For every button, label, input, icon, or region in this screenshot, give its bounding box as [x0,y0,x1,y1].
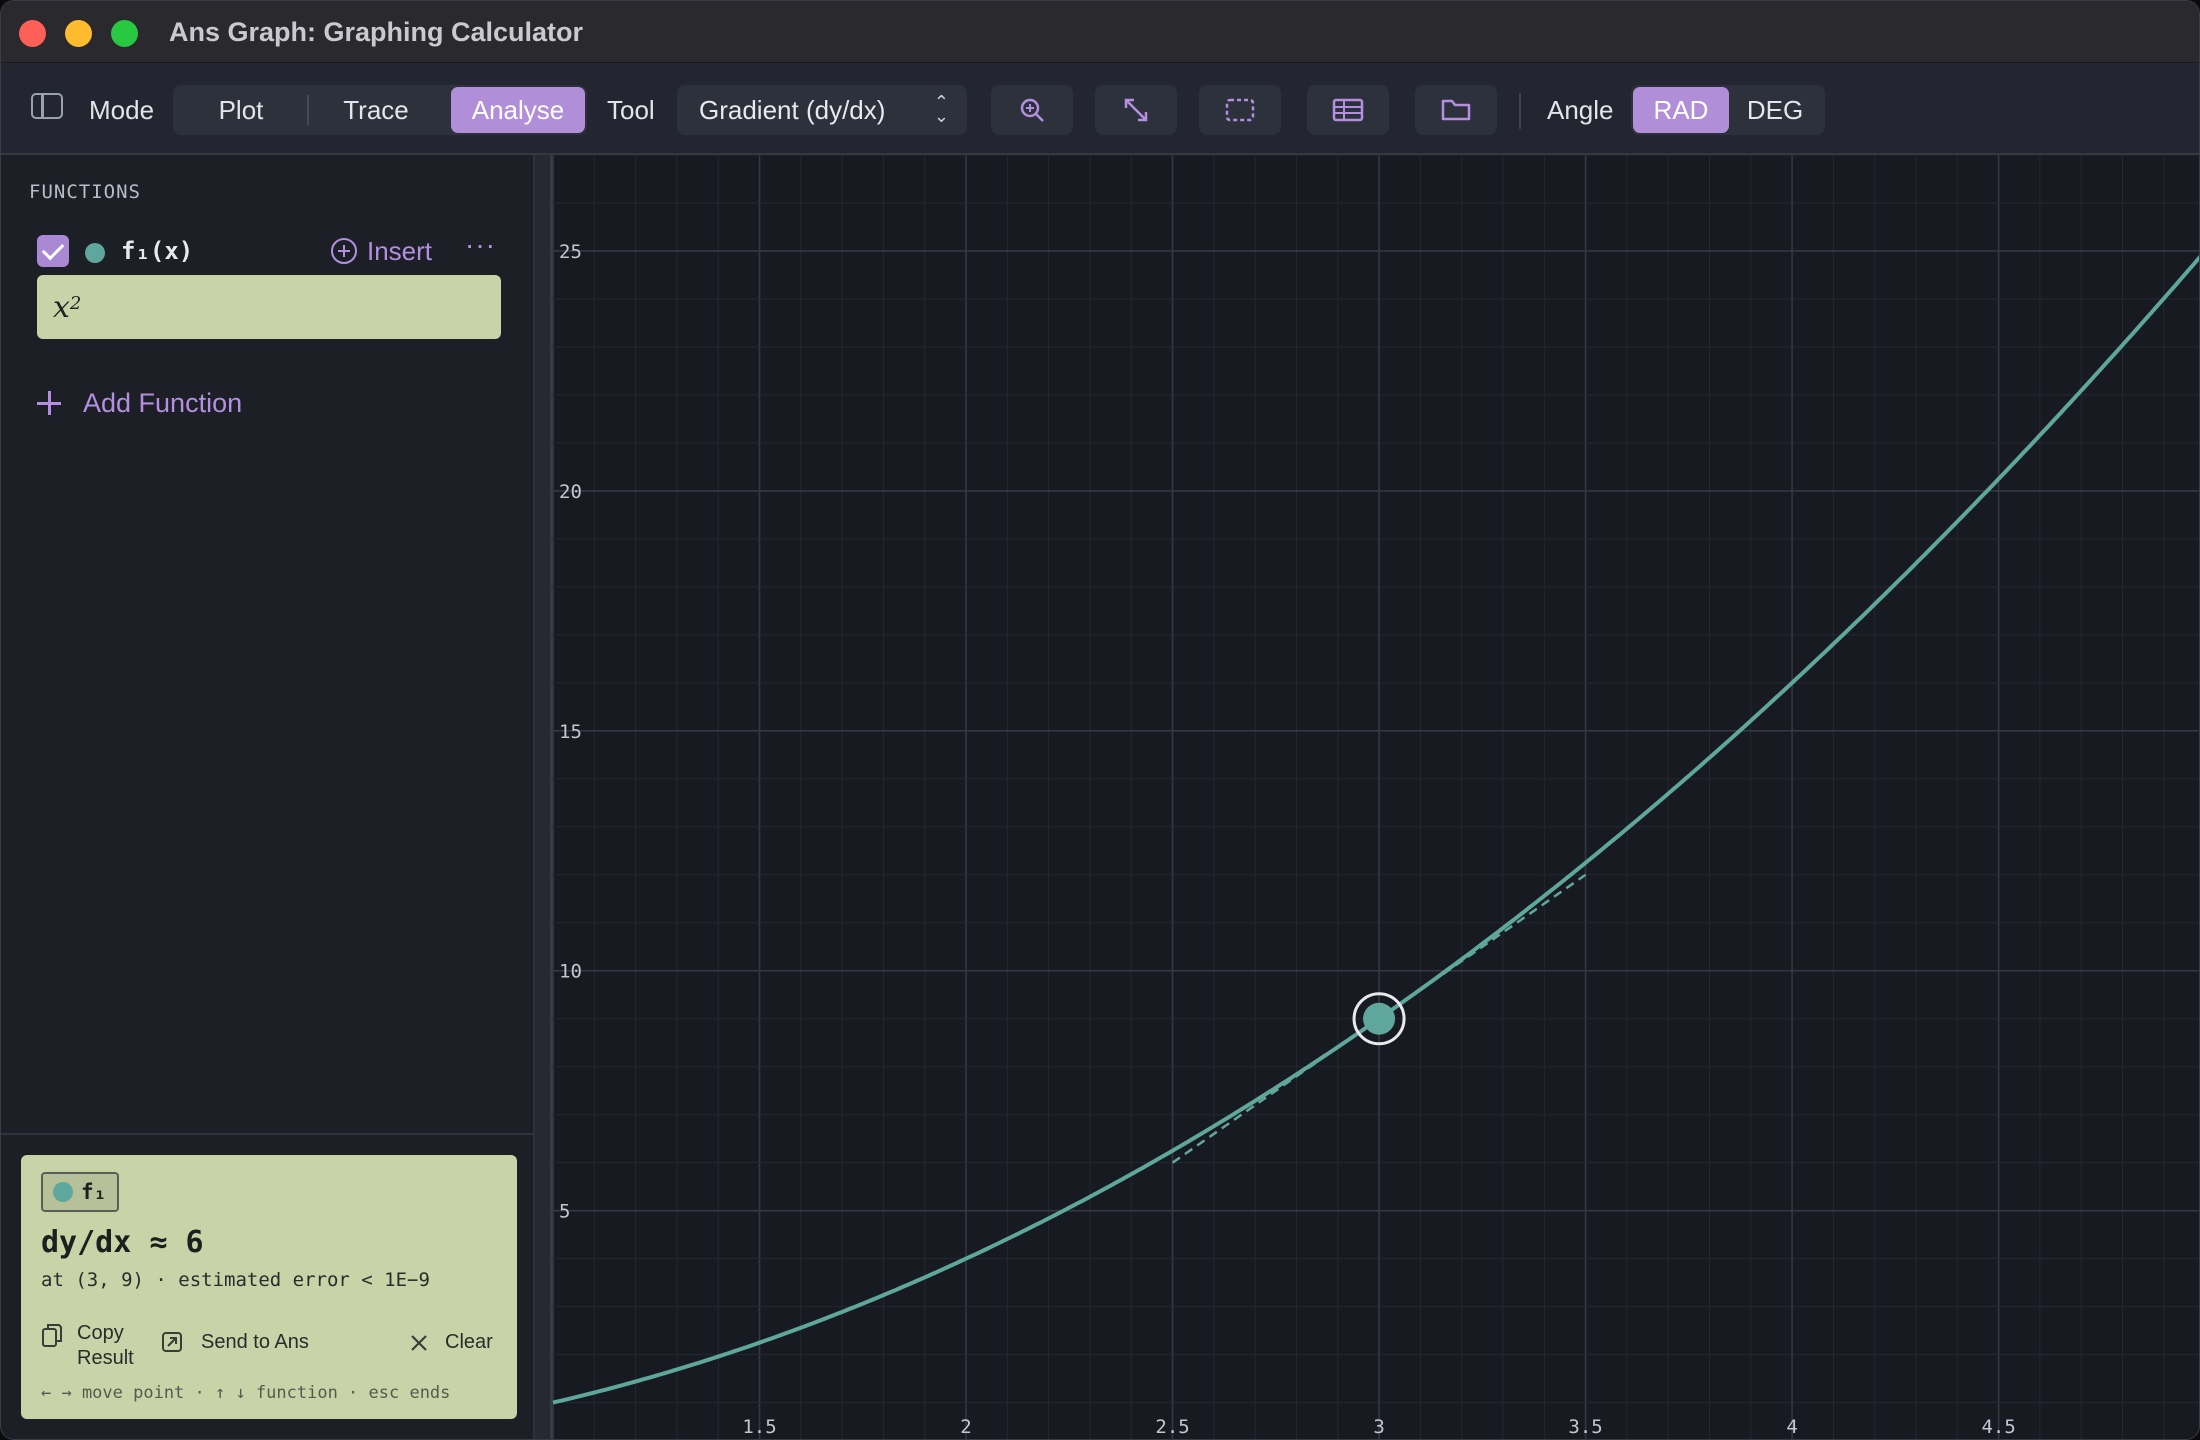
copy-result-button[interactable]: Copy Result [41,1321,134,1371]
clear-label: Clear [445,1331,493,1353]
sidebar-resize-handle[interactable] [535,155,551,1439]
function-expression-input[interactable]: x2 [37,275,501,339]
mode-segmented-control: Plot Trace Analyse [173,85,587,135]
table-icon [1332,98,1364,122]
zoom-button[interactable] [991,85,1073,135]
copy-label-line1: Copy [77,1322,124,1344]
angle-rad-button[interactable]: RAD [1633,87,1729,133]
folder-icon [1441,99,1471,121]
x-tick-label: 1.5 [742,1416,776,1438]
minimize-window-button[interactable] [65,20,92,47]
analysis-result-card: f₁ dy/dx ≈ 6 at (3, 9) · estimated error… [21,1155,517,1419]
y-tick-label: 15 [559,721,582,743]
clear-result-button[interactable]: Clear [409,1331,493,1354]
keyboard-hint: ← → move point · ↑ ↓ function · esc ends [41,1383,451,1403]
mode-trace-button[interactable]: Trace [309,87,443,133]
fit-icon [1124,98,1148,122]
fit-view-button[interactable] [1095,85,1177,135]
functions-section-title: FUNCTIONS [29,181,141,203]
expression-exponent: 2 [69,292,82,314]
function-row: f₁(x) Insert ··· [37,229,507,273]
mode-analyse-button[interactable]: Analyse [451,87,585,133]
copy-label-line2: Result [77,1347,134,1369]
insert-label: Insert [367,235,433,266]
send-to-ans-label: Send to Ans [201,1331,309,1353]
mode-plot-button[interactable]: Plot [175,87,307,133]
add-function-label: Add Function [83,387,243,418]
result-function-chip: f₁ [41,1172,119,1212]
toolbar-divider [1519,93,1521,129]
close-icon [411,1335,427,1351]
x-tick-label: 3.5 [1568,1416,1602,1438]
function-enabled-checkbox[interactable] [37,235,69,267]
graph-canvas[interactable]: 1.5 2 2.5 3 3.5 4 4.5 5 10 15 20 25 [551,155,2200,1440]
toolbar: Mode Plot Trace Analyse Tool Gradient (d… [1,63,2199,155]
tool-select[interactable]: Gradient (dy/dx) ⌃ ⌄ [677,85,967,135]
title-bar: Ans Graph: Graphing Calculator [1,1,2199,63]
y-tick-label: 20 [559,481,582,503]
analysis-point [1363,1002,1396,1035]
chevron-updown-icon: ⌃ ⌄ [933,92,949,126]
zoom-icon [1020,98,1044,122]
result-details: at (3, 9) · estimated error < 1E−9 [41,1269,430,1291]
send-to-ans-button[interactable]: Send to Ans [161,1331,309,1354]
result-divider [1,1133,535,1135]
x-tick-label: 4.5 [1981,1416,2015,1438]
angle-deg-button[interactable]: DEG [1729,87,1821,133]
angle-label: Angle [1547,94,1614,125]
maximize-window-button[interactable] [111,20,138,47]
expression-base: x [53,289,70,325]
tool-label: Tool [607,94,655,125]
chip-label: f₁ [81,1180,107,1204]
function-color-dot [53,1182,73,1202]
x-tick-label: 2.5 [1155,1416,1189,1438]
x-tick-label: 2 [960,1416,971,1438]
window-title: Ans Graph: Graphing Calculator [169,17,584,47]
sidebar-toggle-icon[interactable] [31,93,63,119]
table-button[interactable] [1307,85,1389,135]
x-tick-label: 3 [1373,1416,1384,1438]
y-tick-label: 10 [559,961,582,983]
function-color-dot[interactable] [85,243,105,263]
function-curve [552,255,2199,1405]
app-window: Ans Graph: Graphing Calculator Mode Plot… [0,0,2200,1440]
insert-button[interactable]: Insert [331,233,432,269]
function-name: f₁(x) [121,237,194,265]
functions-sidebar: FUNCTIONS f₁(x) Insert ··· x2 Add Functi… [1,155,535,1439]
y-tick-label: 5 [559,1201,570,1223]
mode-label: Mode [89,94,155,125]
select-region-icon [1225,98,1255,122]
graph-plot[interactable]: 1.5 2 2.5 3 3.5 4 4.5 5 10 15 20 25 [551,155,2200,1440]
tool-select-value: Gradient (dy/dx) [699,94,886,125]
y-tick-label: 25 [559,241,582,263]
plus-circle-icon [331,238,357,264]
select-region-button[interactable] [1199,85,1281,135]
copy-icon [42,1324,62,1347]
angle-segmented-control: RAD DEG [1631,85,1825,135]
plus-icon [37,391,61,415]
more-options-icon[interactable]: ··· [465,229,496,261]
x-tick-label: 4 [1786,1416,1797,1438]
result-value: dy/dx ≈ 6 [41,1225,204,1260]
send-icon [162,1332,182,1352]
add-function-button[interactable]: Add Function [37,383,242,423]
close-window-button[interactable] [19,20,46,47]
open-folder-button[interactable] [1415,85,1497,135]
